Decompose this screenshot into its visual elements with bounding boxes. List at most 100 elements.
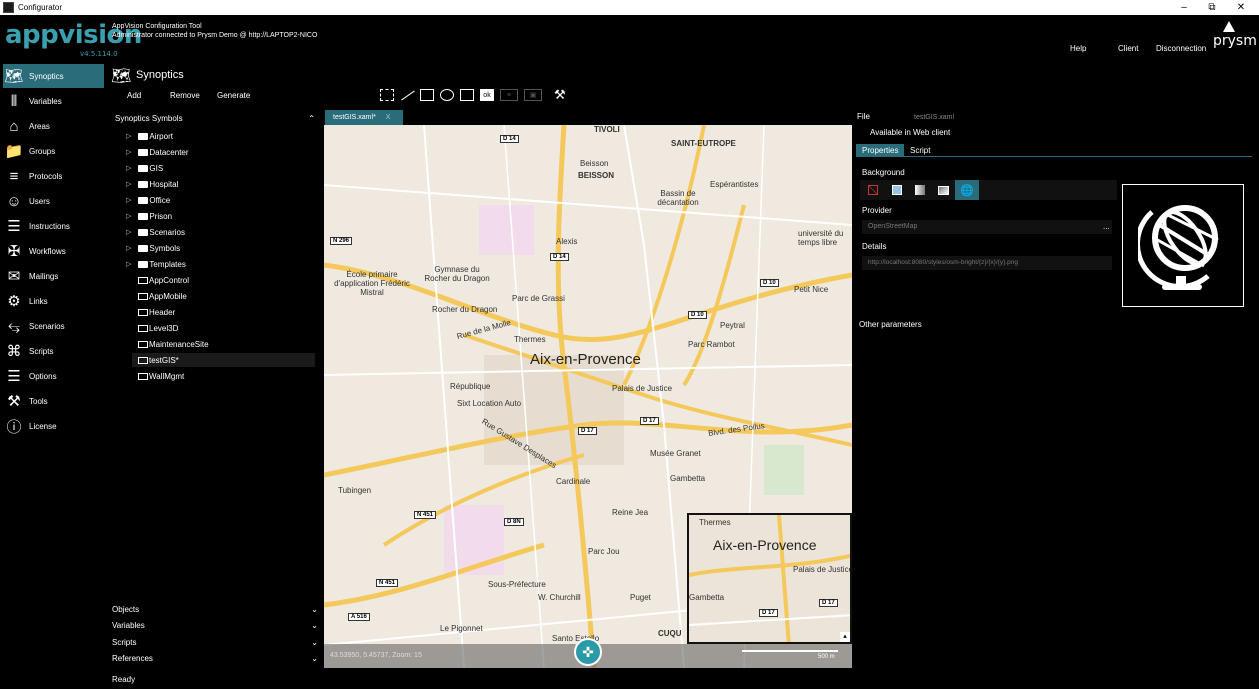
nav-protocols[interactable]: ≡ Protocols [3,164,104,188]
nav-scenarios[interactable]: ⥃ Scenarios [3,314,104,338]
disconnection-link[interactable]: Disconnection [1156,44,1206,53]
provider-field[interactable]: OpenStreetMap [862,220,1112,234]
tools-icon: ⚒ [7,393,21,410]
tree-item[interactable]: WallMgmt [138,369,184,383]
nav-variables[interactable]: ⫴ Variables [3,89,104,113]
tree-folder[interactable]: ▷ Templates [126,257,186,271]
no-background-icon[interactable] [862,181,884,199]
tree-folder[interactable]: ▷ Hospital [126,177,178,191]
map-label: République [450,382,491,391]
tree-item[interactable]: MaintenanceSite [138,337,209,351]
tab-properties[interactable]: Properties [856,144,905,156]
nav-instructions[interactable]: ☰ Instructions [3,214,104,238]
tree-folder[interactable]: ▷ Scenarios [126,225,185,239]
text-tool-icon[interactable]: ok [480,89,494,101]
details-label: Details [862,242,887,251]
expand-icon[interactable]: ▷ [126,148,131,156]
provider-browse-button[interactable]: ... [1103,222,1110,231]
accordion-variables[interactable]: Variables ⌄ [112,617,318,633]
tree-item[interactable]: Level3D [138,321,178,335]
road-tag: N 451 [376,579,399,587]
tree-folder[interactable]: ▷ GIS [126,161,163,175]
document-tab[interactable]: testGIS.xaml* X [325,110,403,125]
tree-item[interactable]: AppMobile [138,289,187,303]
accordion-scripts[interactable]: Scripts ⌄ [112,634,318,650]
nav-workflows[interactable]: ✠ Workflows [3,239,104,263]
map-label: CUQU [658,629,682,638]
folder-label: Symbols [149,243,181,253]
globe-icon[interactable]: 🌐 [955,180,979,200]
select-tool-icon[interactable] [380,89,394,101]
tree-folder[interactable]: ▷ Symbols [126,241,180,255]
map-label: SAINT-EUTROPE [671,139,736,148]
maximize-button[interactable]: ⧉ [1198,0,1226,15]
tree-item-selected[interactable]: testGIS* [132,353,315,367]
nav-tools[interactable]: ⚒ Tools [3,389,104,413]
synoptics-header: 🗺 Synoptics Add Remove Generate [108,62,318,112]
pan-control-icon[interactable]: ✜ [574,638,602,666]
close-tab-icon[interactable]: X [386,114,391,121]
road-tag: D 17 [578,427,597,435]
background-label: Background [862,168,905,177]
align-tool-icon[interactable]: ≡ [500,89,518,101]
help-link[interactable]: Help [1070,44,1086,53]
client-link[interactable]: Client [1118,44,1138,53]
nav-scripts[interactable]: ⌘ Scripts [3,339,104,363]
wrench-tool-icon[interactable]: ⚒ [554,87,566,103]
tree-item[interactable]: Header [138,305,175,319]
collapse-icon[interactable]: ⌃ [308,114,315,123]
remove-button[interactable]: Remove [170,91,200,100]
nav-label: Protocols [29,171,63,181]
close-button[interactable]: ✕ [1227,0,1255,15]
tree-folder[interactable]: ▷ Office [126,193,170,207]
expand-icon[interactable]: ▷ [126,244,131,252]
nav-mailings[interactable]: ✉ Mailings [3,264,104,288]
tree-folder[interactable]: ▷ Airport [126,129,173,143]
generate-button[interactable]: Generate [217,91,250,100]
nav-areas[interactable]: ⌂ Areas [3,114,104,138]
clipboard-icon: ☰ [7,218,21,235]
add-button[interactable]: Add [127,91,141,100]
web-client-checkbox[interactable]: Available in Web client [870,128,950,137]
app-name: AppVision Configuration Tool [112,23,202,30]
accordion-objects[interactable]: Objects ⌄ [112,601,318,617]
expand-icon[interactable]: ▷ [126,196,131,204]
accordion-references[interactable]: References ⌄ [112,650,318,666]
inset-toggle-button[interactable]: ▴ [840,632,850,642]
gradient-icon[interactable] [909,181,931,199]
tab-script[interactable]: Script [904,144,936,156]
line-tool-icon[interactable] [400,89,415,101]
map-label: Tubingen [338,486,372,495]
nav-groups[interactable]: 📁 Groups [3,139,104,163]
item-label: WallMgmt [149,371,185,381]
nav-users[interactable]: ☺ Users [3,189,104,213]
road-tag: D 17 [819,599,838,607]
expand-icon[interactable]: ▷ [126,212,131,220]
map-inset: Thermes Aix-en-Provence Palais de Justic… [687,513,852,644]
nav-synoptics[interactable]: 🗺 Synoptics [3,64,104,88]
map-canvas[interactable]: TIVOLI SAINT-EUTROPE BEISSON Beisson Esp… [324,125,852,668]
ellipse-tool-icon[interactable] [440,89,454,101]
rectangle-tool-icon[interactable] [420,89,434,101]
expand-icon[interactable]: ▷ [126,164,131,172]
expand-icon[interactable]: ▷ [126,180,131,188]
expand-icon[interactable]: ▷ [126,228,131,236]
tree-folder[interactable]: ▷ Datacenter [126,145,189,159]
nav-links[interactable]: ⚙ Links [3,289,104,313]
details-field[interactable]: http://localhost:8080/styles/osm-bright/… [862,256,1112,270]
image-icon[interactable] [932,181,954,199]
help-icon: ⓘ [6,418,22,436]
solid-color-icon[interactable] [886,181,908,199]
group-tool-icon[interactable]: ▣ [524,89,542,101]
minimize-button[interactable]: – [1170,0,1198,15]
other-parameters-label: Other parameters [859,320,922,329]
nav-options[interactable]: ☰ Options [3,364,104,388]
synoptic-icon [138,372,148,380]
expand-icon[interactable]: ▷ [126,132,131,140]
nav-license[interactable]: ⓘ License [3,414,104,438]
expand-icon[interactable]: ▷ [126,260,131,268]
item-label: Level3D [149,323,179,333]
tree-item[interactable]: AppControl [138,273,189,287]
tree-folder[interactable]: ▷ Prison [126,209,172,223]
polygon-tool-icon[interactable] [460,89,474,101]
